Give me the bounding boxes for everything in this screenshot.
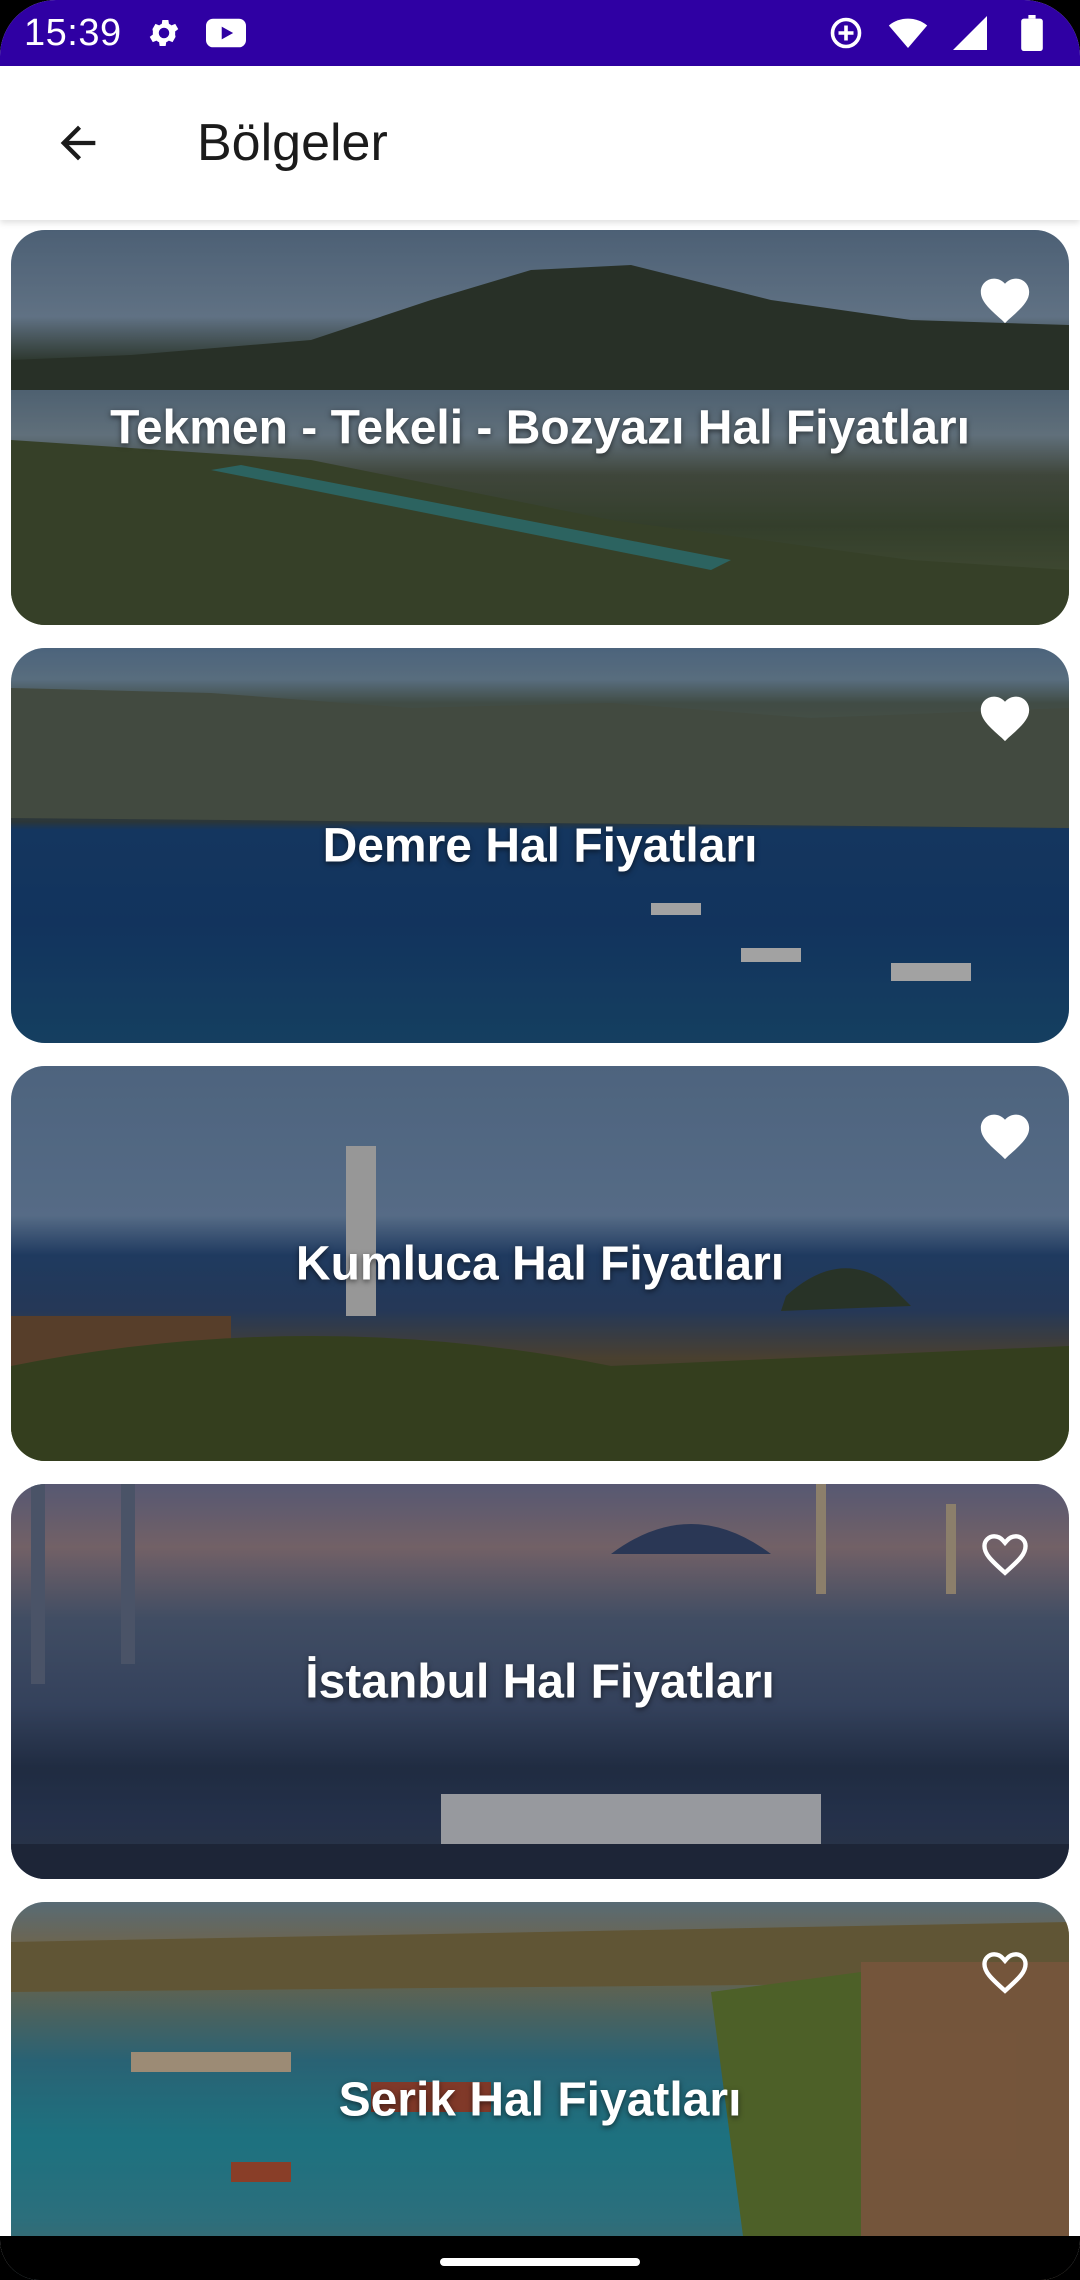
screen: 15:39 Bölgeler Tekmen - Tekeli - Bozyazı… xyxy=(0,0,1080,2280)
region-title: Serik Hal Fiyatları xyxy=(338,2073,742,2126)
favorite-button[interactable] xyxy=(973,1938,1037,2002)
region-title: Kumluca Hal Fiyatları xyxy=(295,1237,785,1290)
signal-icon xyxy=(950,13,990,53)
heart-outline-icon xyxy=(982,1534,1028,1576)
region-title: Demre Hal Fiyatları xyxy=(322,819,758,872)
arrow-back-icon xyxy=(60,125,96,161)
heart-filled-icon xyxy=(980,1114,1030,1160)
battery-icon xyxy=(1012,13,1052,53)
page-title: Bölgeler xyxy=(197,114,388,172)
youtube-icon xyxy=(205,13,246,53)
home-gesture-handle[interactable] xyxy=(440,2258,640,2266)
wifi-icon xyxy=(888,13,928,53)
heart-outline-icon xyxy=(982,1952,1028,1994)
favorite-button[interactable] xyxy=(973,1520,1037,1584)
status-time: 15:39 xyxy=(24,11,122,54)
favorite-button[interactable] xyxy=(973,1102,1037,1166)
status-bar: 15:39 xyxy=(0,0,1080,66)
status-bar-left: 15:39 xyxy=(24,12,246,55)
heart-filled-icon xyxy=(980,696,1030,742)
status-bar-right xyxy=(826,13,1052,53)
region-card-serik[interactable]: Serik Hal Fiyatları xyxy=(11,1902,1069,2280)
heart-filled-icon xyxy=(980,278,1030,324)
data-saver-icon xyxy=(826,13,866,53)
app-bar: Bölgeler xyxy=(0,66,1080,220)
region-title: Tekmen - Tekeli - Bozyazı Hal Fiyatları xyxy=(110,401,970,454)
favorite-button[interactable] xyxy=(973,266,1037,330)
region-card-kumluca[interactable]: Kumluca Hal Fiyatları xyxy=(11,1066,1069,1461)
back-button[interactable] xyxy=(38,103,118,183)
region-card-demre[interactable]: Demre Hal Fiyatları xyxy=(11,648,1069,1043)
gear-icon xyxy=(144,13,184,53)
region-title: İstanbul Hal Fiyatları xyxy=(305,1655,775,1708)
favorite-button[interactable] xyxy=(973,684,1037,748)
region-card-tekmen[interactable]: Tekmen - Tekeli - Bozyazı Hal Fiyatları xyxy=(11,230,1069,625)
region-card-istanbul[interactable]: İstanbul Hal Fiyatları xyxy=(11,1484,1069,1879)
